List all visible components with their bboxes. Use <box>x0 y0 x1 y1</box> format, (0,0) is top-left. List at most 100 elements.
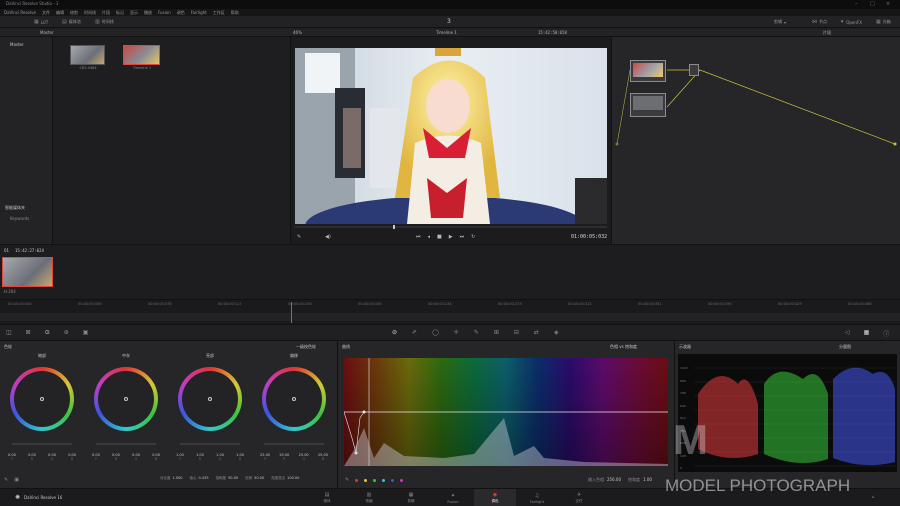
close-icon[interactable]: × <box>886 1 890 7</box>
media-pool-button[interactable]: ▤ 媒体池 <box>62 19 81 25</box>
media-clip[interactable]: CR2.0484 <box>70 45 106 73</box>
channel-label: R <box>198 457 202 461</box>
wheels-mode-select[interactable]: 一级校色轮 <box>296 344 316 350</box>
page-tab[interactable]: ◉ 调色 <box>474 489 516 506</box>
pen-icon[interactable]: ✎ <box>297 234 301 240</box>
param-label: 对比度 <box>160 476 171 480</box>
wheel-center-handle[interactable] <box>124 397 128 401</box>
lut-button[interactable]: ▦ LUT <box>34 19 48 25</box>
media-clip-selected[interactable]: Timeline 1 <box>123 45 161 73</box>
timeline-button[interactable]: ▥ 时间线 <box>95 19 114 25</box>
stop-icon[interactable]: ■ <box>437 234 442 240</box>
saturation-value[interactable]: 1.00 <box>643 477 652 483</box>
wheels-icon[interactable]: ⊙ <box>45 329 50 336</box>
node-output[interactable] <box>689 64 699 76</box>
input-hue-value[interactable]: 256.00 <box>607 477 621 483</box>
page-tab[interactable]: ✦ Fusion <box>432 489 474 506</box>
swatch-magenta[interactable] <box>400 478 404 482</box>
param-value[interactable]: 50.00 <box>254 476 264 481</box>
wheel-center-handle[interactable] <box>40 397 44 401</box>
window-icon[interactable]: ◯ <box>432 329 439 336</box>
sizing-icon[interactable]: ⇄ <box>534 329 539 336</box>
nodes-button[interactable]: ⋈ 节点 <box>812 19 827 25</box>
swatch-cyan[interactable] <box>382 478 386 482</box>
node-02[interactable] <box>630 93 666 117</box>
play-icon[interactable]: ▶ <box>449 234 453 240</box>
timecode-top: 15:42:50:658 <box>538 30 567 35</box>
wheel-center-handle[interactable] <box>208 397 212 401</box>
node-editor[interactable] <box>612 37 900 244</box>
wheel-center-handle[interactable] <box>292 397 296 401</box>
wheel-master-slider[interactable] <box>12 443 72 445</box>
param-value[interactable]: 0.435 <box>199 476 209 481</box>
pen-icon[interactable]: ✎ <box>345 477 349 483</box>
scopes-mode-select[interactable]: 分量图 <box>839 344 851 350</box>
motion-effects-icon[interactable]: ▣ <box>83 329 89 336</box>
blur-icon[interactable]: ⊞ <box>494 329 499 336</box>
keyframes-icon[interactable]: ◁ <box>845 329 850 338</box>
tracker-icon[interactable]: ✛ <box>454 329 459 336</box>
openfx-button[interactable]: ✦ OpenFX <box>840 19 862 25</box>
curves-mode-select[interactable]: 色相 vs 饱和度 <box>610 344 637 350</box>
page-tab[interactable]: ✈ 交付 <box>558 489 600 506</box>
saturation-label: 饱和度 <box>628 477 640 482</box>
color-match-icon[interactable]: ⊠ <box>26 329 31 336</box>
page-tab[interactable]: ▤ 媒体 <box>306 489 348 506</box>
home-icon[interactable]: ⌂ <box>872 494 875 499</box>
channel-label: G <box>302 457 305 461</box>
color-wheel[interactable] <box>178 367 242 431</box>
color-wheel[interactable] <box>10 367 74 431</box>
playhead[interactable] <box>291 302 292 323</box>
param-value[interactable]: 1.000 <box>173 476 183 481</box>
keywords-item[interactable]: Keywords <box>10 216 29 221</box>
skip-start-icon[interactable]: ⏮ <box>416 234 421 240</box>
master-bin[interactable]: Master <box>10 42 24 47</box>
viewer-scrubber[interactable] <box>295 225 607 229</box>
wheel-master-slider[interactable] <box>96 443 156 445</box>
3d-icon[interactable]: ◈ <box>554 329 559 336</box>
wheel-master-slider[interactable] <box>264 443 324 445</box>
rgb-mixer-icon[interactable]: ⊛ <box>64 329 69 336</box>
hue-sat-graph[interactable] <box>344 358 668 466</box>
camera-raw-icon[interactable]: ◫ <box>6 329 12 336</box>
node-01[interactable] <box>630 60 666 82</box>
key-icon[interactable]: ⊟ <box>514 329 519 336</box>
page-tab[interactable]: ♫ Fairlight <box>516 489 558 506</box>
clip-thumbnail-strip[interactable] <box>2 257 53 287</box>
pen-tool-icon[interactable]: ✎ <box>4 477 8 483</box>
timeline-name[interactable]: Timeline 1 <box>436 30 457 35</box>
scopes-icon[interactable]: ▦ <box>864 329 870 338</box>
param-value[interactable]: 50.00 <box>228 476 238 481</box>
curves-icon[interactable]: ⊘ <box>392 329 397 336</box>
clips-button[interactable]: 剪辑 ▾ <box>774 19 786 25</box>
minimize-icon[interactable]: – <box>855 1 858 7</box>
color-wheel[interactable] <box>262 367 326 431</box>
wheel-master-slider[interactable] <box>180 443 240 445</box>
loop-icon[interactable]: ↻ <box>471 234 475 240</box>
swatch-yellow[interactable] <box>364 478 368 482</box>
timeline-track[interactable] <box>0 313 900 321</box>
clip-timecode: 15:42:27:024 <box>15 248 44 253</box>
viewer-image[interactable] <box>295 48 607 224</box>
lightbox-button[interactable]: ▦ 光箱 <box>876 19 891 25</box>
node-mode[interactable]: 片段 <box>823 30 831 36</box>
skip-end-icon[interactable]: ⏭ <box>460 234 465 240</box>
maximize-icon[interactable]: □ <box>870 1 875 7</box>
page-tab[interactable]: ▦ 剪辑 <box>390 489 432 506</box>
mini-timeline[interactable]: 00:00:00:000 00:00:00:039 00:00:00:078 00:0… <box>0 299 900 324</box>
qualifier-icon[interactable]: ✐ <box>412 329 417 336</box>
zoom-level[interactable]: 46% <box>293 30 302 35</box>
step-back-icon[interactable]: ◂ <box>428 234 431 240</box>
magic-mask-icon[interactable]: ✎ <box>474 329 479 336</box>
swatch-blue[interactable] <box>391 478 395 482</box>
page-tab[interactable]: ▥ 快编 <box>348 489 390 506</box>
swatch-green[interactable] <box>373 478 377 482</box>
timecode-bottom: 01:00:05:032 <box>571 234 608 240</box>
info-icon[interactable]: ⓘ <box>883 329 889 338</box>
param-label: 饱和度 <box>215 476 227 480</box>
swatch-red[interactable] <box>355 478 359 482</box>
color-wheel[interactable] <box>94 367 158 431</box>
audio-icon[interactable]: ◀) <box>325 234 331 240</box>
param-value[interactable]: 100.00 <box>287 476 299 481</box>
auto-balance-icon[interactable]: ▣ <box>14 477 19 483</box>
